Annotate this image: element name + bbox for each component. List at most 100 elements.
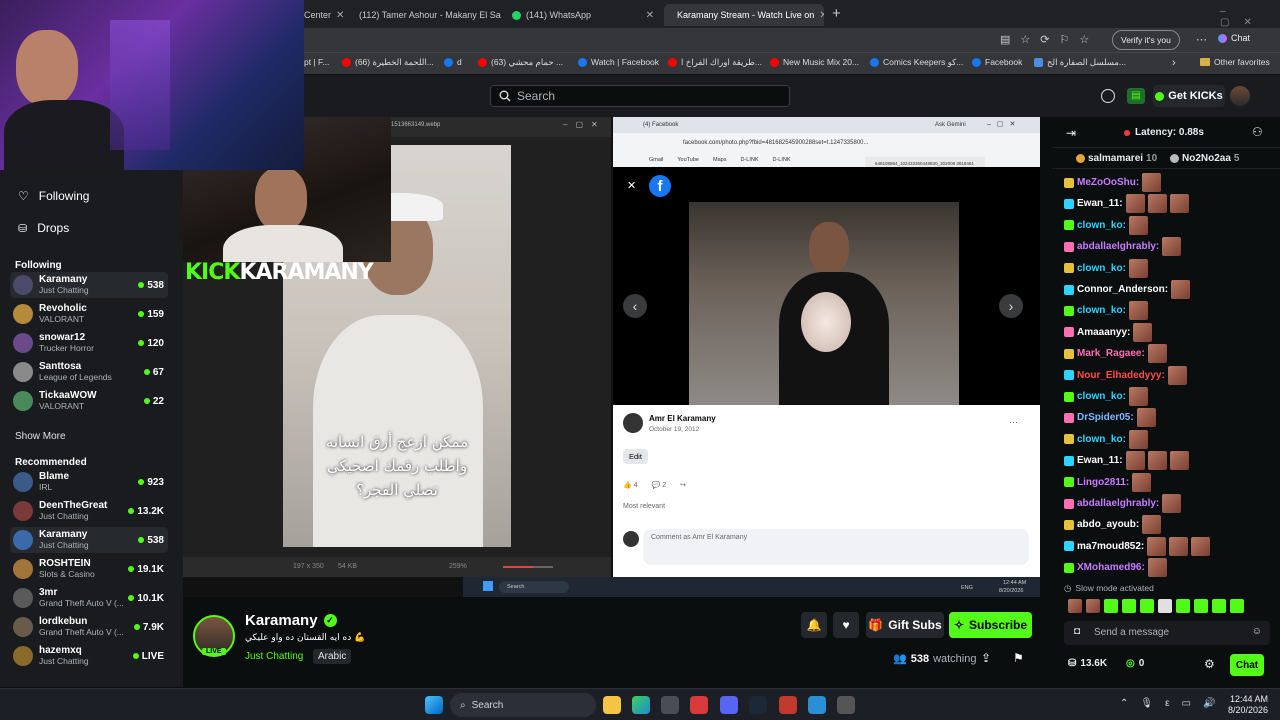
notifications-icon[interactable]: [1101, 89, 1115, 103]
report-icon[interactable]: ⚑: [1013, 651, 1024, 665]
users-icon[interactable]: ⚇: [1252, 125, 1263, 139]
app-icon[interactable]: [690, 696, 708, 714]
edit-button[interactable]: Edit: [623, 449, 648, 464]
user-avatar[interactable]: [1230, 86, 1250, 106]
app-icon[interactable]: [661, 696, 679, 714]
browser-tab[interactable]: (141) WhatsApp ✕: [504, 4, 662, 26]
previous-photo-button[interactable]: ‹: [623, 294, 647, 318]
share-icon[interactable]: ⇪: [981, 651, 991, 665]
chat-username[interactable]: Mark_Ragaee:: [1077, 348, 1145, 359]
facebook-icon[interactable]: f: [649, 175, 671, 197]
emoji-icon[interactable]: ☺: [1252, 626, 1262, 637]
chat-username[interactable]: clown_ko:: [1077, 263, 1126, 274]
emote-icon[interactable]: [1122, 599, 1136, 613]
chat-username[interactable]: clown_ko:: [1077, 220, 1126, 231]
taskbar-search[interactable]: ⌕ Search: [450, 693, 596, 717]
sidebar-channel[interactable]: Blame IRL 923: [10, 469, 168, 495]
sidebar-channel[interactable]: Santtosa League of Legends 67: [10, 359, 168, 385]
comment-sort[interactable]: Most relevant: [623, 503, 665, 510]
sidebar-channel[interactable]: TickaaWOW VALORANT 22: [10, 388, 168, 414]
window-controls[interactable]: –▢✕: [987, 120, 1021, 128]
follow-button[interactable]: ♥: [833, 612, 859, 638]
share-icon[interactable]: ↪: [680, 481, 686, 489]
emote-icon[interactable]: [1176, 599, 1190, 613]
send-chat-button[interactable]: Chat: [1230, 654, 1264, 676]
points-balance[interactable]: ◎ 0: [1126, 658, 1144, 669]
bookmark[interactable]: (66) اللحمة الخطيرة...: [342, 57, 434, 68]
more-icon[interactable]: ⋯: [1196, 33, 1207, 46]
close-icon[interactable]: ✕: [819, 10, 824, 21]
sidebar-nav-following[interactable]: ♡ Following: [18, 189, 89, 203]
close-icon[interactable]: ✕: [336, 10, 344, 21]
discord-icon[interactable]: [720, 696, 738, 714]
window-controls[interactable]: –▢✕: [1220, 6, 1280, 28]
chat-username[interactable]: clown_ko:: [1077, 434, 1126, 445]
kicks-balance[interactable]: ⛁ 13.6K: [1068, 658, 1107, 669]
gift-subs-button[interactable]: 🎁 Gift Subs: [866, 612, 944, 638]
chat-username[interactable]: Amaaanyy:: [1077, 327, 1130, 338]
comment-count[interactable]: 💬 2: [652, 481, 667, 489]
sidebar-channel[interactable]: lordkebun Grand Theft Auto V (... 7.9K: [10, 614, 168, 640]
other-favorites[interactable]: Other favorites: [1200, 57, 1270, 67]
sidebar-channel[interactable]: Karamany Just Chatting 538: [10, 527, 168, 553]
comment-input[interactable]: Comment as Amr El Karamany: [643, 529, 1029, 565]
bookmark[interactable]: Facebook: [972, 57, 1022, 67]
stream-tag[interactable]: Arabic: [313, 649, 352, 664]
sidebar-channel[interactable]: Revoholic VALORANT 159: [10, 301, 168, 327]
system-tray[interactable]: ⌃🎙ε▭🔊: [1120, 698, 1227, 709]
bookmark[interactable]: New Music Mix 20...: [770, 57, 859, 67]
subscribe-button[interactable]: ✧ Subscribe: [949, 612, 1032, 638]
more-icon[interactable]: ⋯: [1009, 417, 1018, 428]
chat-username[interactable]: abdallaelghrably:: [1077, 241, 1159, 252]
show-more-link[interactable]: Show More: [15, 431, 66, 442]
chat-settings-icon[interactable]: ◘: [1074, 626, 1080, 637]
app-icon[interactable]: [779, 696, 797, 714]
emote-icon[interactable]: [1212, 599, 1226, 613]
sidebar-channel[interactable]: DeenTheGreat Just Chatting 13.2K: [10, 498, 168, 524]
chat-username[interactable]: Ewan_11:: [1077, 455, 1123, 466]
new-tab-button[interactable]: +: [832, 5, 841, 22]
bookmark[interactable]: pt | F...: [304, 57, 329, 67]
chat-username[interactable]: ma7moud852:: [1077, 541, 1144, 552]
search-input[interactable]: Search: [490, 85, 790, 107]
sidebar-channel[interactable]: snowar12 Trucker Horror 120: [10, 330, 168, 356]
gifter-2[interactable]: No2No2aa 5: [1170, 153, 1239, 164]
chat-username[interactable]: MeZoOoShu:: [1077, 177, 1139, 188]
emote-icon[interactable]: [1086, 599, 1100, 613]
verify-button[interactable]: Verify it's you: [1112, 30, 1180, 50]
collapse-chat-icon[interactable]: ⇥: [1066, 126, 1076, 140]
gifter-1[interactable]: salmamarei 10: [1076, 153, 1157, 164]
sidebar-nav-drops[interactable]: ⛁ Drops: [18, 221, 69, 235]
emote-icon[interactable]: [1104, 599, 1118, 613]
notification-bell-button[interactable]: 🔔: [801, 612, 827, 638]
close-icon[interactable]: ✕: [627, 179, 636, 192]
like-count[interactable]: 👍 4: [623, 481, 638, 489]
settings-icon[interactable]: [837, 696, 855, 714]
copilot-button[interactable]: Chat: [1218, 33, 1250, 43]
chat-username[interactable]: Nour_Elhadedyyy:: [1077, 370, 1165, 381]
video-player[interactable]: 1513663149.webp –▢✕ ممكن ازعج أرق انسانه…: [183, 117, 1040, 597]
sidebar-channel[interactable]: ROSHTEIN Slots & Casino 19.1K: [10, 556, 168, 582]
emote-icon[interactable]: [1230, 599, 1244, 613]
gear-icon[interactable]: ⚙: [1204, 657, 1215, 671]
sidebar-channel[interactable]: Karamany Just Chatting 538: [10, 272, 168, 298]
chat-username[interactable]: Connor_Anderson:: [1077, 284, 1168, 295]
close-icon[interactable]: ✕: [646, 10, 654, 21]
chat-username[interactable]: Ewan_11:: [1077, 198, 1123, 209]
sidebar-channel[interactable]: 3mr Grand Theft Auto V (... 10.1K: [10, 585, 168, 611]
next-photo-button[interactable]: ›: [999, 294, 1023, 318]
bookmark[interactable]: d: [444, 57, 462, 67]
toolbar-icons[interactable]: ▤☆⟳⚐☆: [1000, 33, 1099, 46]
sidebar-channel[interactable]: hazemxq Just Chatting LIVE: [10, 643, 168, 669]
chat-username[interactable]: clown_ko:: [1077, 305, 1126, 316]
chat-username[interactable]: clown_ko:: [1077, 391, 1126, 402]
emote-icon[interactable]: [1140, 599, 1154, 613]
window-controls[interactable]: –▢✕: [563, 120, 606, 129]
bookmark[interactable]: (63) حمام محشي ...: [478, 57, 563, 68]
chat-username[interactable]: XMohamed96:: [1077, 562, 1145, 573]
windows-start-icon[interactable]: [425, 696, 443, 714]
bookmark[interactable]: Comics Keepers كو...: [870, 57, 963, 68]
app-icon[interactable]: [808, 696, 826, 714]
file-explorer-icon[interactable]: [603, 696, 621, 714]
bookmark[interactable]: مسلسل الصفارة الح...: [1034, 57, 1126, 68]
